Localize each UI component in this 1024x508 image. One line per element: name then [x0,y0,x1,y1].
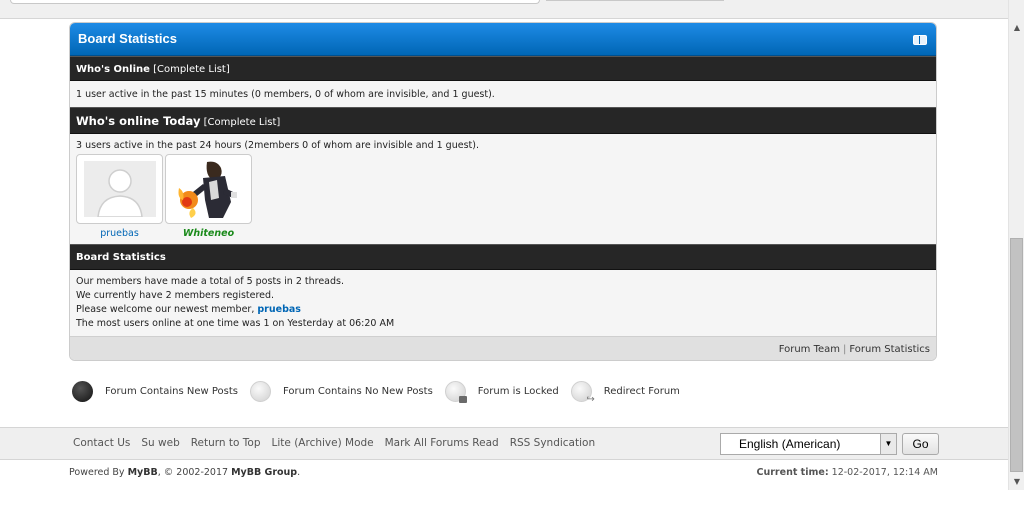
su-web-link[interactable]: Su web [141,437,179,449]
panel-title: Board Statistics [78,31,177,46]
whos-online-text: 1 user active in the past 15 minutes (0 … [76,89,495,100]
bottom-menu-links: Contact Us Su web Return to Top Lite (Ar… [73,437,606,449]
redirect-forum-icon [570,381,595,405]
panel-footer: Forum Team | Forum Statistics [70,336,936,360]
user-card-whiteneo[interactable]: Whiteneo [165,154,252,241]
whos-online-complete-list-link[interactable]: [Complete List] [153,64,230,75]
scroll-up-arrow-icon[interactable]: ▲ [1009,20,1024,36]
contact-us-link[interactable]: Contact Us [73,437,130,449]
mybb-link[interactable]: MyBB [128,467,158,478]
user-card-pruebas[interactable]: pruebas [76,154,163,241]
rss-syndication-link[interactable]: RSS Syndication [510,437,595,449]
avatar[interactable] [76,154,163,224]
legend-new-posts: Forum Contains New Posts [72,381,238,402]
language-select[interactable]: English (American) ▼ [720,433,897,455]
online-today-header: Who's online Today [Complete List] [70,107,936,134]
legend-redirect: Redirect Forum [570,381,680,405]
language-select-value: English (American) [739,437,841,451]
current-time: Current time: 12-02-2017, 12:14 AM [757,467,938,478]
footer-separator: | [843,344,847,355]
whos-online-header: Who's Online [Complete List] [70,56,936,81]
user-name-link[interactable]: pruebas [76,227,163,241]
newest-member-link[interactable]: pruebas [257,304,301,315]
board-statistics-panel: Board Statistics Who's Online [Complete … [69,22,937,361]
legend-no-new-posts: Forum Contains No New Posts [250,381,433,402]
whos-online-heading[interactable]: Who's Online [76,64,150,75]
no-new-posts-icon [250,381,271,402]
board-statistics-header: Board Statistics [70,244,936,270]
online-today-text: 3 users active in the past 24 hours (2me… [76,140,479,151]
mybb-group-link[interactable]: MyBB Group [231,467,297,478]
lite-archive-mode-link[interactable]: Lite (Archive) Mode [272,437,374,449]
return-to-top-link[interactable]: Return to Top [191,437,261,449]
stats-posts-line: Our members have made a total of 5 posts… [76,276,344,287]
default-avatar-icon [83,161,156,217]
forum-team-link[interactable]: Forum Team [779,344,840,355]
avatar[interactable] [165,154,252,224]
board-statistics-row: Our members have made a total of 5 posts… [70,270,936,336]
scroll-down-arrow-icon[interactable]: ▼ [1009,474,1024,490]
panel-header: Board Statistics [70,23,936,56]
browser-tab-edge [10,0,540,4]
legend-locked: Forum is Locked [444,381,559,403]
vertical-scrollbar[interactable]: ▲ ▼ [1008,0,1024,490]
whos-online-row: 1 user active in the past 15 minutes (0 … [70,81,936,107]
collapse-icon[interactable] [913,35,927,45]
stats-members-line: We currently have 2 members registered. [76,290,275,301]
forum-legend: Forum Contains New Posts Forum Contains … [72,381,692,405]
browser-top-strip [0,0,1008,19]
online-today-heading[interactable]: Who's online Today [76,114,200,128]
new-posts-icon [72,381,93,402]
user-name-link[interactable]: Whiteneo [165,227,252,241]
online-today-complete-list-link[interactable]: [Complete List] [204,117,281,128]
forum-statistics-link[interactable]: Forum Statistics [849,344,930,355]
online-today-avatars: pruebas Whiteneo [76,154,930,241]
locked-forum-icon [444,381,467,403]
chevron-down-icon[interactable]: ▼ [880,434,896,454]
scroll-thumb[interactable] [1010,238,1023,472]
character-avatar-icon [172,158,245,220]
online-today-row: 3 users active in the past 24 hours (2me… [70,134,936,244]
copyright: Powered By MyBB, © 2002-2017 MyBB Group. [69,467,301,478]
bottom-menu: Contact Us Su web Return to Top Lite (Ar… [0,427,1008,460]
go-button[interactable]: Go [902,433,939,455]
board-statistics-heading: Board Statistics [76,252,166,263]
current-time-label: Current time: [756,467,829,478]
stats-most-online-line: The most users online at one time was 1 … [76,318,395,329]
browser-tab-edge [546,0,724,1]
stats-newest-member-line: Please welcome our newest member, prueba… [76,304,301,315]
current-time-value: 12-02-2017, 12:14 AM [828,467,938,478]
mark-all-forums-read-link[interactable]: Mark All Forums Read [385,437,499,449]
